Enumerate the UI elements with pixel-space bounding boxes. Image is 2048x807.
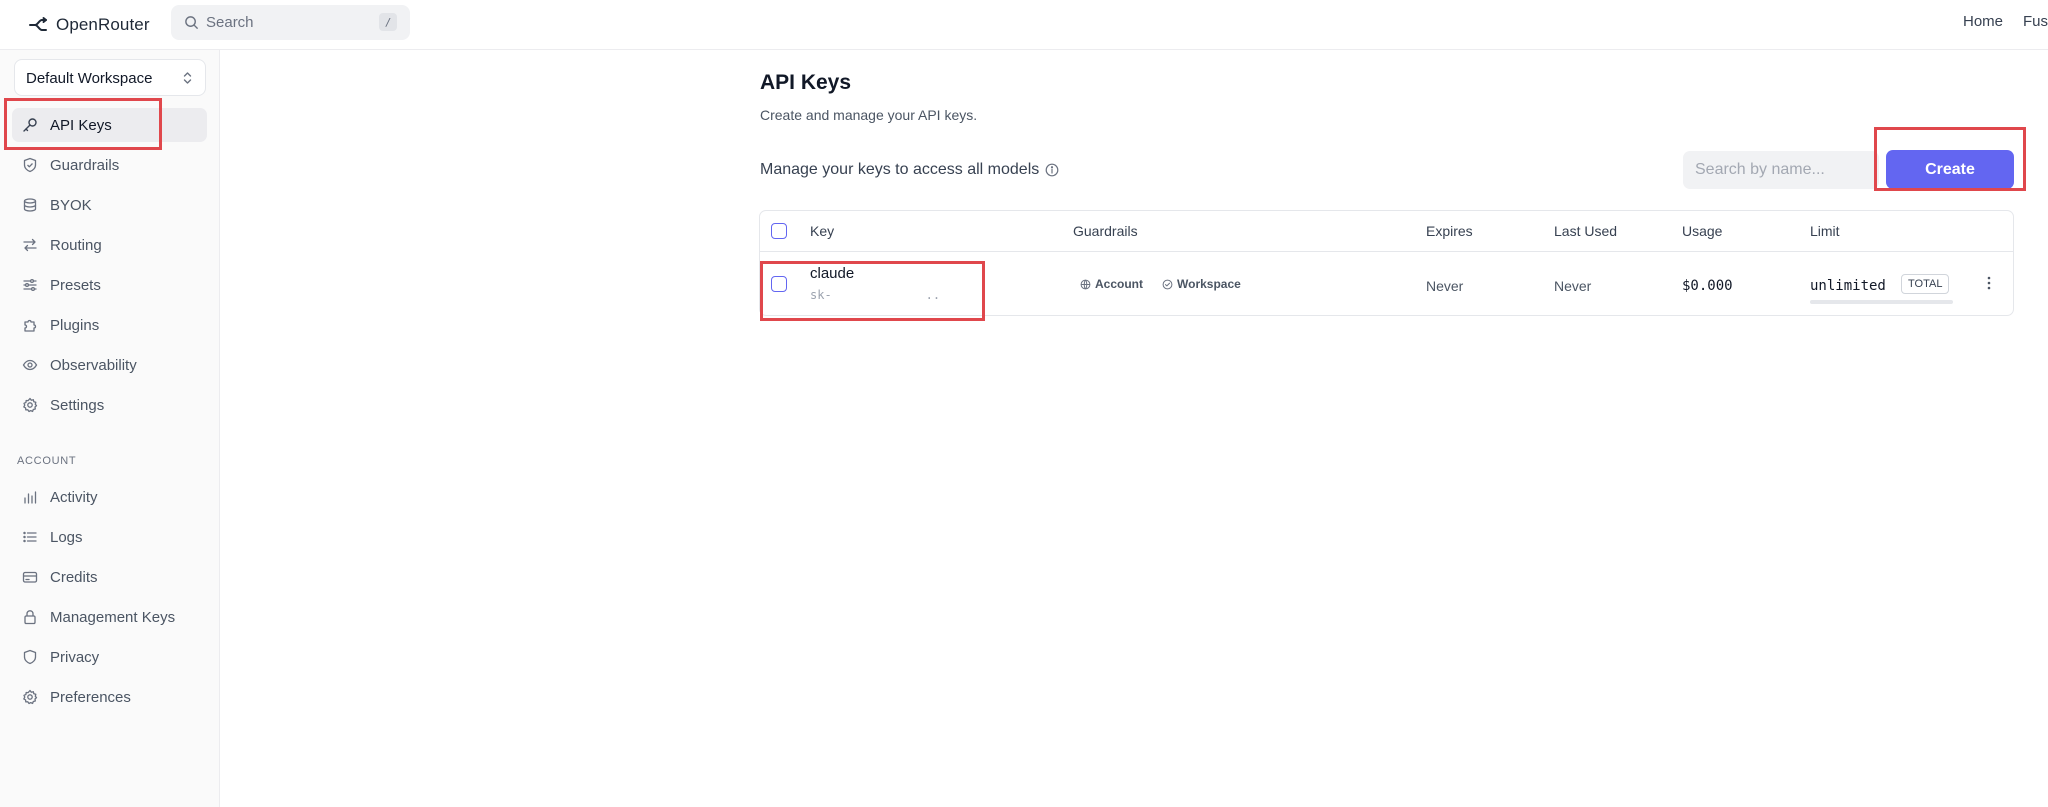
sidebar-item-management-keys[interactable]: Management Keys: [12, 600, 207, 634]
sidebar-item-label: Privacy: [50, 649, 100, 666]
globe-icon: [1080, 279, 1091, 289]
table-header: Key Guardrails Expires Last Used Usage L…: [760, 211, 2013, 252]
lock-icon: [24, 610, 36, 625]
account-section-label: ACCOUNT: [17, 455, 77, 467]
global-search[interactable]: Search /: [171, 5, 410, 40]
column-header-guardrails: Guardrails: [1073, 223, 1138, 239]
chevron-up-down-icon: [183, 72, 192, 84]
limit-usage-bar: [1810, 300, 1953, 304]
sidebar-item-credits[interactable]: Credits: [12, 560, 207, 594]
puzzle-icon: [24, 319, 37, 332]
workspace-name: Default Workspace: [26, 70, 153, 87]
sidebar-item-label: Guardrails: [50, 157, 120, 174]
sidebar-item-activity[interactable]: Activity: [12, 480, 207, 514]
openrouter-logo[interactable]: OpenRouter: [28, 12, 150, 38]
column-header-key: Key: [810, 223, 835, 239]
arrows-swap-icon: [23, 238, 37, 252]
info-icon[interactable]: [1045, 163, 1059, 177]
sidebar-item-label: Settings: [50, 397, 105, 414]
page-title: API Keys: [760, 71, 852, 94]
sidebar: Default Workspace API Keys Guardrails BY…: [0, 50, 220, 807]
sidebar-item-label: Preferences: [50, 689, 131, 706]
highlight-box-create: [1874, 127, 2026, 191]
search-shortcut-key: /: [379, 13, 397, 31]
sidebar-item-label: Activity: [50, 489, 98, 506]
nav-home-link[interactable]: Home: [1963, 13, 2003, 30]
check-circle-icon: [1162, 279, 1173, 289]
shield-icon: [23, 157, 37, 173]
key-limit: unlimited: [1810, 278, 1886, 294]
guardrail-tag-label: Workspace: [1177, 277, 1241, 291]
sidebar-item-plugins[interactable]: Plugins: [12, 308, 207, 342]
manage-keys-label: Manage your keys to access all models: [760, 161, 1040, 178]
select-all-checkbox[interactable]: [771, 223, 787, 239]
sidebar-item-observability[interactable]: Observability: [12, 348, 207, 382]
sidebar-item-settings[interactable]: Settings: [12, 388, 207, 422]
highlight-box-key-row: [760, 261, 985, 321]
sidebar-item-guardrails[interactable]: Guardrails: [12, 148, 207, 182]
sidebar-item-label: Presets: [50, 277, 101, 294]
column-header-expires: Expires: [1426, 223, 1473, 239]
column-header-usage: Usage: [1682, 223, 1723, 239]
page-subtitle: Create and manage your API keys.: [760, 107, 978, 123]
sliders-icon: [23, 278, 37, 292]
highlight-box-api-keys: [4, 98, 162, 150]
guardrail-tag-label: Account: [1095, 277, 1143, 291]
shield-icon: [23, 649, 37, 665]
sidebar-item-label: Routing: [50, 237, 102, 254]
list-icon: [23, 531, 37, 543]
sidebar-item-label: Logs: [50, 529, 83, 546]
sidebar-item-logs[interactable]: Logs: [12, 520, 207, 554]
sidebar-item-label: Management Keys: [50, 609, 176, 626]
key-last-used: Never: [1554, 278, 1592, 294]
column-header-last-used: Last Used: [1554, 223, 1618, 239]
sidebar-item-label: Credits: [50, 569, 98, 586]
limit-total-badge: TOTAL: [1901, 274, 1950, 294]
gear-icon: [23, 397, 38, 413]
nav-fus-link[interactable]: Fus: [2023, 13, 2048, 30]
search-icon: [185, 16, 199, 30]
guardrail-tag-workspace[interactable]: Workspace: [1162, 277, 1241, 291]
sidebar-item-label: Plugins: [50, 317, 100, 334]
key-expires: Never: [1426, 278, 1464, 294]
search-placeholder: Search: [206, 14, 254, 31]
sidebar-item-privacy[interactable]: Privacy: [12, 640, 207, 674]
app-name: OpenRouter: [56, 15, 150, 34]
sidebar-item-routing[interactable]: Routing: [12, 228, 207, 262]
column-header-limit: Limit: [1810, 223, 1840, 239]
sidebar-item-label: Observability: [50, 357, 137, 374]
key-name-filter-input[interactable]: [1683, 151, 1879, 189]
workspace-selector[interactable]: Default Workspace: [14, 59, 206, 96]
guardrail-tag-account[interactable]: Account: [1080, 277, 1143, 291]
sidebar-item-label: BYOK: [50, 197, 92, 214]
sidebar-item-preferences[interactable]: Preferences: [12, 680, 207, 714]
eye-icon: [22, 359, 38, 371]
key-usage: $0.000: [1682, 278, 1733, 294]
top-bar: OpenRouter Search / Home Fus: [0, 0, 2048, 50]
manage-keys-text: Manage your keys to access all models: [760, 161, 1059, 179]
sidebar-item-presets[interactable]: Presets: [12, 268, 207, 302]
gear-icon: [23, 689, 38, 705]
sidebar-item-byok[interactable]: BYOK: [12, 188, 207, 222]
database-icon: [23, 198, 37, 212]
openrouter-logo-icon: [29, 17, 47, 31]
more-options-icon[interactable]: [1981, 273, 1997, 293]
credit-card-icon: [22, 571, 38, 583]
bar-chart-icon: [24, 491, 37, 504]
